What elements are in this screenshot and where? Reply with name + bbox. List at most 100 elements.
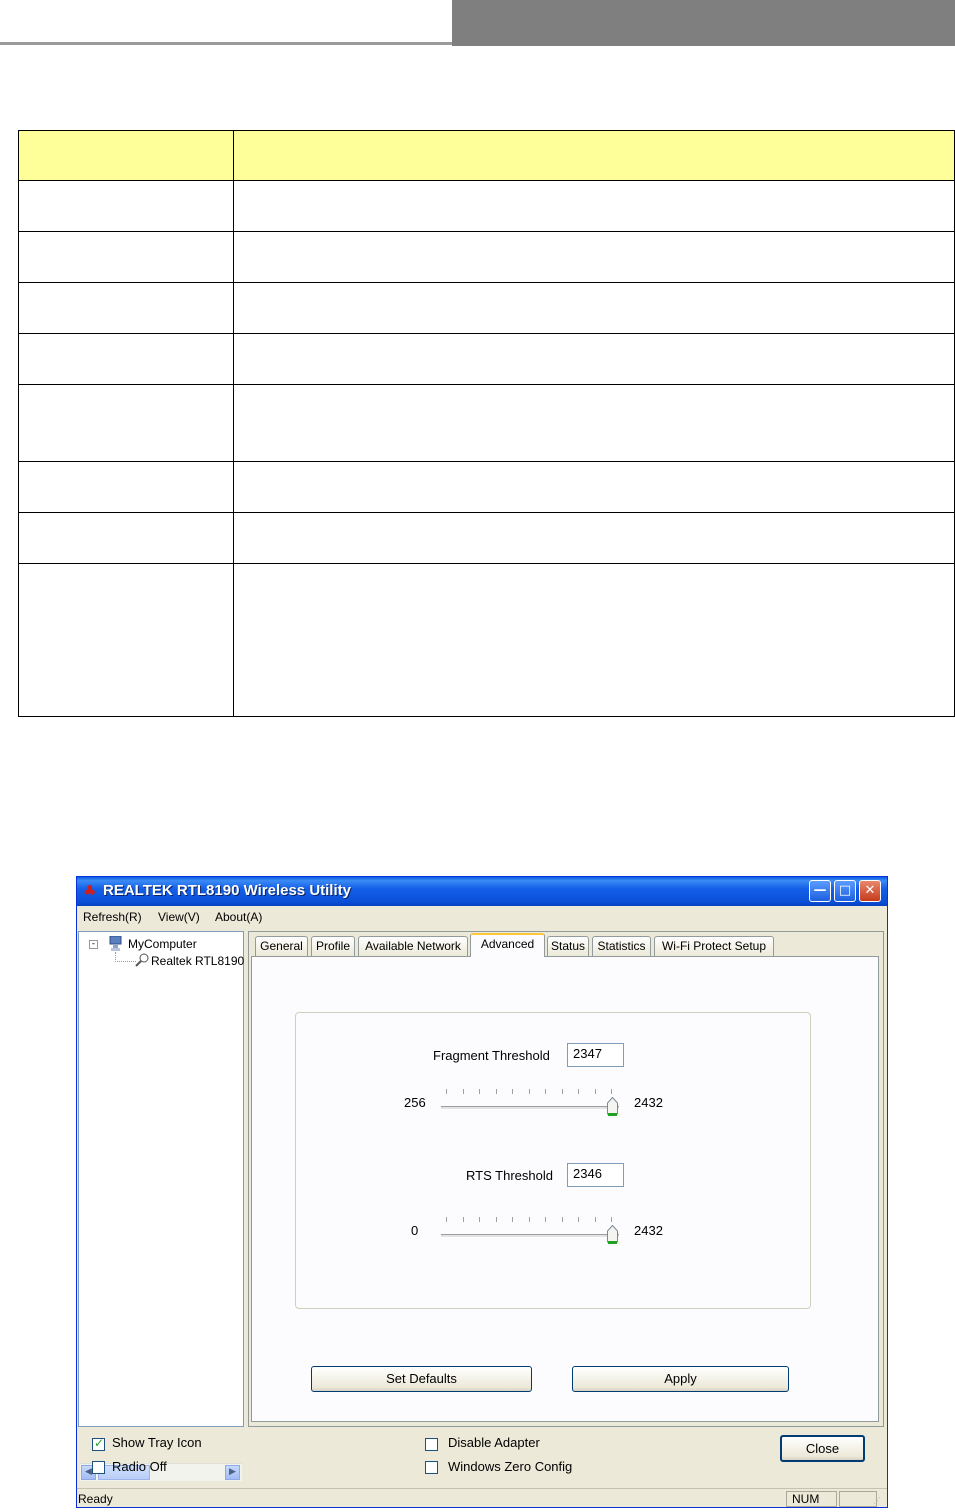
tab-available-network[interactable]: Available Network [358,936,468,956]
table-row [18,384,955,462]
parameter-table [18,130,955,717]
rts-slider-track[interactable] [441,1234,619,1238]
slider-tick [545,1217,546,1222]
tab-panel: General Profile Available Network Advanc… [248,931,884,1427]
slider-tick [611,1089,612,1094]
maximize-icon: □ [838,883,852,898]
set-defaults-button[interactable]: Set Defaults [311,1366,532,1392]
close-button[interactable]: Close [780,1435,865,1462]
slider-tick [578,1217,579,1222]
fragment-threshold-label: Fragment Threshold [433,1048,550,1063]
checkmark-icon: ✓ [94,1436,105,1450]
tab-statistics[interactable]: Statistics [592,936,651,956]
slider-tick [479,1217,480,1222]
slider-tick [446,1089,447,1094]
radio-off-checkbox[interactable] [92,1461,105,1474]
table-row [18,333,955,385]
table-cell [18,461,234,513]
slider-tick [462,1089,464,1094]
slider-tick [446,1217,447,1222]
table-cell [233,563,955,717]
disable-adapter-label: Disable Adapter [448,1435,540,1450]
adapter-icon [135,952,149,967]
slider-tick [611,1217,612,1222]
slider-tick [594,1217,596,1222]
minimize-icon: — [813,883,827,898]
rts-threshold-input[interactable]: 2346 [567,1163,624,1187]
slider-tick [512,1089,513,1094]
rts-min-label: 0 [411,1223,419,1238]
title-bar[interactable]: ♣ REALTEK RTL8190 Wireless Utility — □ ✕ [77,877,887,906]
threshold-group: Fragment Threshold 2347 256 2432 RTS Thr… [295,1012,811,1309]
tab-wifi-protect-setup[interactable]: Wi-Fi Protect Setup [654,936,774,956]
table-cell [233,231,955,283]
table-cell [18,180,234,232]
table-row [18,461,955,513]
status-empty-cell [839,1491,877,1507]
table-row [18,231,955,283]
slider-tick [495,1217,497,1222]
adapter-tree: - MyComputer Realtek RTL8190 ◀ ▶ [78,931,244,1481]
slider-tick [561,1089,563,1094]
table-cell [233,130,955,181]
wireless-utility-window: ♣ REALTEK RTL8190 Wireless Utility — □ ✕… [76,876,888,1508]
scroll-right-icon[interactable]: ▶ [225,1465,240,1480]
windows-zero-config-checkbox[interactable] [425,1461,438,1474]
table-cell [18,512,234,564]
table-row [18,282,955,334]
slider-tick [545,1089,546,1094]
table-cell [233,282,955,334]
status-num: NUM [792,1492,820,1506]
show-tray-icon-checkbox[interactable]: ✓ [92,1436,105,1451]
slider-tick [528,1217,530,1222]
table-row [18,512,955,564]
close-window-button[interactable]: ✕ [859,880,881,902]
fragment-slider-ticks [441,1089,619,1095]
table-cell [18,231,234,283]
table-cell [18,384,234,462]
table-cell [18,282,234,334]
fragment-threshold-input[interactable]: 2347 [567,1043,624,1067]
resize-grip-icon[interactable]: ⋰ [873,1497,883,1507]
advanced-tab-content: Fragment Threshold 2347 256 2432 RTS Thr… [251,956,879,1422]
rts-max-label: 2432 [634,1223,663,1238]
tree-root-label[interactable]: MyComputer [128,937,197,951]
show-tray-icon-label: Show Tray Icon [112,1435,202,1450]
table-cell [233,461,955,513]
radio-off-label: Radio Off [112,1459,167,1474]
table-cell [233,333,955,385]
tree-connector [115,952,136,962]
slider-tick [594,1089,596,1094]
menu-refresh[interactable]: Refresh(R) [83,910,142,924]
status-bar: Ready NUM ⋰ [77,1488,887,1507]
tab-profile[interactable]: Profile [311,936,355,956]
computer-icon [109,935,122,952]
table-header-row [18,130,955,181]
menu-bar: Refresh(R) View(V) About(A) [77,906,887,928]
maximize-button[interactable]: □ [834,880,856,902]
table-cell [18,130,234,181]
table-cell [233,512,955,564]
tab-general[interactable]: General [255,936,308,956]
menu-view[interactable]: View(V) [158,910,200,924]
tab-advanced[interactable]: Advanced [470,933,545,957]
collapse-icon[interactable]: - [89,940,98,949]
table-cell [18,563,234,717]
tab-status[interactable]: Status [547,936,589,956]
slider-tick [495,1089,497,1094]
tree-adapter-label[interactable]: Realtek RTL8190 [151,954,244,968]
table-cell [18,333,234,385]
table-row [18,563,955,717]
apply-button[interactable]: Apply [572,1366,789,1392]
table-cell [233,180,955,232]
table-row [18,180,955,232]
rts-slider-ticks [441,1217,619,1223]
fragment-slider-thumb[interactable] [606,1096,618,1117]
minimize-button[interactable]: — [809,880,831,902]
disable-adapter-checkbox[interactable] [425,1438,438,1451]
fragment-slider-track[interactable] [441,1106,619,1110]
menu-about[interactable]: About(A) [215,910,262,924]
realtek-crab-icon: ♣ [83,882,97,900]
rts-threshold-label: RTS Threshold [466,1168,553,1183]
rts-slider-thumb[interactable] [607,1224,619,1245]
